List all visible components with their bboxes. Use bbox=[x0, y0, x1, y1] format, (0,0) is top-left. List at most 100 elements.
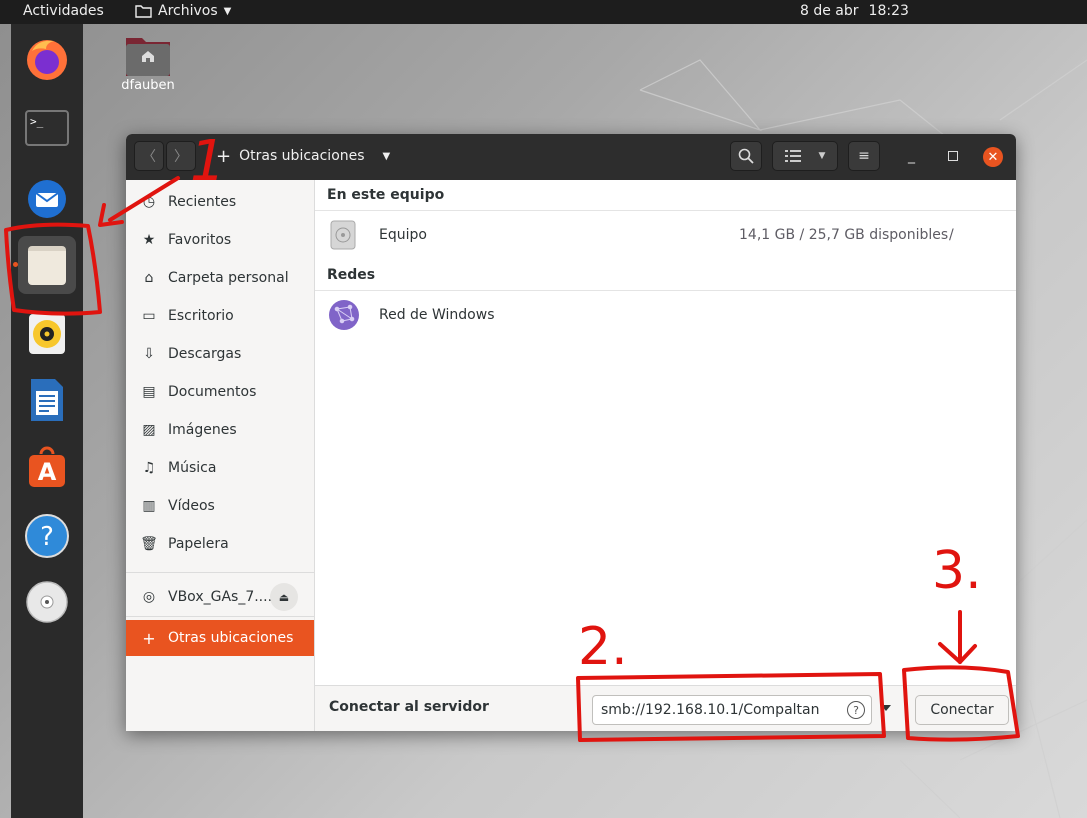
disc-icon bbox=[26, 581, 68, 623]
app-menu[interactable]: Archivos ▼ bbox=[135, 3, 231, 19]
sidebar-separator bbox=[126, 616, 314, 617]
sidebar-item-recientes[interactable]: ◷ Recientes bbox=[126, 184, 314, 220]
sidebar-item-label: Descargas bbox=[168, 346, 242, 362]
connect-footer: Conectar al servidor ? Conectar bbox=[315, 685, 1016, 731]
thunderbird-icon bbox=[28, 180, 66, 218]
trash-icon: 🗑 bbox=[140, 536, 158, 552]
help-icon: ? bbox=[25, 514, 69, 558]
star-icon: ★ bbox=[142, 232, 156, 248]
dock-files[interactable] bbox=[18, 236, 76, 294]
dock-software[interactable]: A bbox=[21, 442, 73, 494]
maximize-icon[interactable] bbox=[948, 151, 958, 161]
network-icon bbox=[329, 300, 359, 330]
software-center-icon: A bbox=[29, 446, 65, 487]
sidebar-item-label: Música bbox=[168, 460, 217, 476]
rhythmbox-icon bbox=[29, 314, 65, 354]
sidebar-item-musica[interactable]: ♫ Música bbox=[126, 450, 314, 486]
dock-disc[interactable] bbox=[21, 576, 73, 628]
sidebar-item-descargas[interactable]: ⇩ Descargas bbox=[126, 336, 314, 372]
sidebar-item-label: Recientes bbox=[168, 194, 237, 210]
eject-button[interactable]: ⏏ bbox=[270, 583, 298, 611]
sidebar-item-other-locations[interactable]: + Otras ubicaciones bbox=[126, 620, 314, 656]
plus-icon: + bbox=[216, 145, 232, 167]
computer-path: / bbox=[949, 227, 954, 243]
app-menu-label: Archivos bbox=[158, 3, 218, 19]
chevron-left-icon: 〈 bbox=[142, 149, 156, 165]
connect-button[interactable]: Conectar bbox=[915, 695, 1009, 725]
hamburger-icon: ≡ bbox=[858, 148, 870, 164]
computer-row[interactable]: Equipo 14,1 GB / 25,7 GB disponibles / bbox=[315, 211, 1016, 259]
section-networks: Redes bbox=[327, 267, 376, 283]
terminal-icon: >_ bbox=[25, 110, 69, 146]
video-icon: ▥ bbox=[142, 498, 156, 514]
computer-label: Equipo bbox=[379, 227, 427, 243]
list-view-icon bbox=[784, 150, 801, 162]
activities-button[interactable]: Actividades bbox=[23, 3, 104, 19]
sidebar-item-papelera[interactable]: 🗑 Papelera bbox=[126, 526, 314, 562]
search-button[interactable] bbox=[730, 141, 762, 171]
view-options-dropdown-icon[interactable]: ▼ bbox=[819, 151, 826, 161]
dock-firefox[interactable] bbox=[21, 34, 73, 86]
desktop-icon: ▭ bbox=[142, 308, 156, 324]
server-history-dropdown-icon[interactable] bbox=[881, 705, 891, 711]
server-address-field[interactable]: ? bbox=[592, 695, 872, 725]
dock-help[interactable]: ? bbox=[21, 510, 73, 562]
download-icon: ⇩ bbox=[143, 346, 155, 362]
image-icon: ▨ bbox=[142, 422, 156, 438]
sidebar: ◷ Recientes ★ Favoritos ⌂ Carpeta person… bbox=[126, 180, 315, 731]
minimize-icon[interactable]: _ bbox=[908, 148, 915, 164]
sidebar-item-imagenes[interactable]: ▨ Imágenes bbox=[126, 412, 314, 448]
files-window: 〈 〉 + Otras ubicaciones ▼ ▼ ≡ _ ✕ ◷ Reci… bbox=[126, 134, 1016, 731]
sidebar-item-label: Otras ubicaciones bbox=[168, 630, 294, 646]
sidebar-item-favoritos[interactable]: ★ Favoritos bbox=[126, 222, 314, 258]
disc-icon: ◎ bbox=[142, 589, 156, 605]
home-icon: ⌂ bbox=[144, 270, 154, 286]
sidebar-item-device[interactable]: ◎ VBox_GAs_7.... ⏏ bbox=[126, 576, 314, 618]
forward-button[interactable]: 〉 bbox=[166, 141, 196, 171]
document-icon: ▤ bbox=[142, 384, 156, 400]
help-icon[interactable]: ? bbox=[847, 701, 865, 719]
dock-terminal[interactable]: >_ bbox=[21, 102, 73, 154]
computer-space: 14,1 GB / 25,7 GB disponibles bbox=[739, 227, 949, 243]
top-bar: Actividades Archivos ▼ 8 de abr 18:23 bbox=[0, 0, 1087, 24]
back-button[interactable]: 〈 bbox=[134, 141, 164, 171]
network-row[interactable]: Red de Windows bbox=[315, 291, 1016, 339]
dock-thunderbird[interactable] bbox=[21, 172, 73, 224]
sidebar-item-videos[interactable]: ▥ Vídeos bbox=[126, 488, 314, 524]
svg-text:A: A bbox=[38, 458, 57, 486]
clock-date: 8 de abr bbox=[800, 3, 859, 19]
svg-text:?: ? bbox=[40, 522, 54, 552]
folder-icon bbox=[135, 5, 152, 18]
path-dropdown-icon[interactable]: ▼ bbox=[383, 151, 391, 162]
menu-button[interactable]: ≡ bbox=[848, 141, 880, 171]
hard-drive-icon bbox=[330, 220, 356, 250]
desktop-home-folder[interactable]: dfauben bbox=[112, 34, 184, 93]
sidebar-item-carpeta-personal[interactable]: ⌂ Carpeta personal bbox=[126, 260, 314, 296]
view-toggle[interactable]: ▼ bbox=[772, 141, 838, 171]
desktop-home-label: dfauben bbox=[121, 78, 175, 93]
sidebar-item-label: Vídeos bbox=[168, 498, 215, 514]
close-icon: ✕ bbox=[987, 149, 999, 165]
dock-writer[interactable] bbox=[21, 374, 73, 426]
sidebar-item-label: Imágenes bbox=[168, 422, 237, 438]
firefox-icon bbox=[27, 40, 67, 80]
dock-rhythmbox[interactable] bbox=[21, 308, 73, 360]
search-icon bbox=[738, 148, 754, 164]
music-icon: ♫ bbox=[142, 460, 156, 476]
path-label: Otras ubicaciones bbox=[239, 148, 365, 164]
clock[interactable]: 8 de abr 18:23 bbox=[800, 3, 909, 19]
sidebar-separator bbox=[126, 572, 314, 573]
sidebar-item-label: Papelera bbox=[168, 536, 229, 552]
clock-icon: ◷ bbox=[142, 194, 156, 210]
close-button[interactable]: ✕ bbox=[983, 147, 1003, 167]
server-address-input[interactable] bbox=[601, 702, 841, 718]
home-folder-icon bbox=[126, 38, 170, 76]
running-indicator bbox=[13, 262, 18, 267]
path-bar[interactable]: + Otras ubicaciones ▼ bbox=[216, 141, 390, 171]
sidebar-item-escritorio[interactable]: ▭ Escritorio bbox=[126, 298, 314, 334]
sidebar-item-label: Documentos bbox=[168, 384, 257, 400]
eject-icon: ⏏ bbox=[278, 590, 290, 604]
sidebar-item-documentos[interactable]: ▤ Documentos bbox=[126, 374, 314, 410]
section-this-computer: En este equipo bbox=[327, 187, 445, 203]
writer-icon bbox=[31, 379, 63, 421]
